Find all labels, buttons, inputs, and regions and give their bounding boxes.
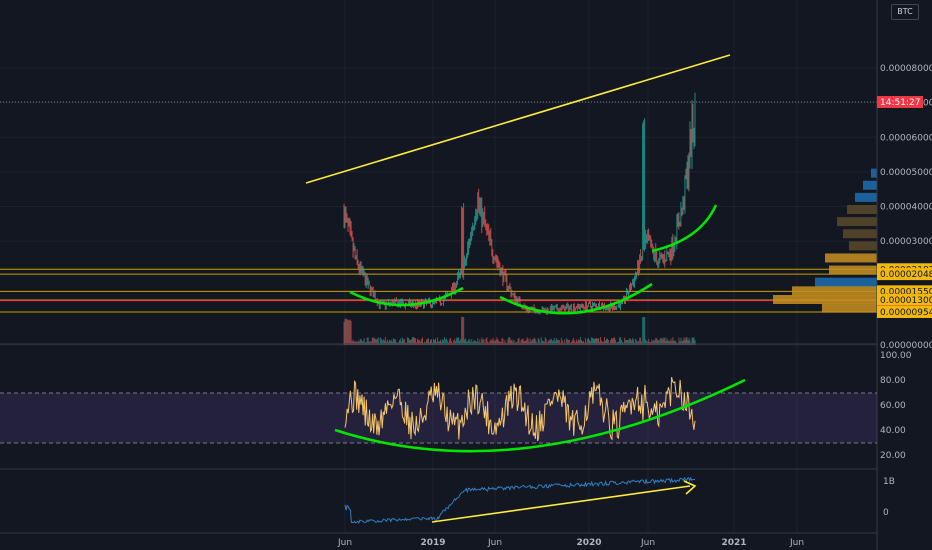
volume-bar: [350, 320, 352, 345]
time-tick-label: Jun: [487, 538, 502, 548]
profile-row: [837, 217, 877, 227]
rsi-band: [0, 393, 877, 443]
volume-bar: [348, 319, 350, 345]
volume-bar: [461, 317, 463, 345]
time-tick-label: Jun: [789, 538, 804, 548]
volume-bar: [642, 317, 644, 345]
price-tick-label: 0.00004000: [880, 203, 932, 213]
volume-bar: [570, 341, 572, 345]
rsi-tick-label: 100.00: [880, 351, 912, 361]
profile-row: [871, 168, 877, 178]
obv-arrow-head: [683, 480, 697, 495]
volume-bar: [354, 341, 356, 345]
rsi-tick-label: 40.00: [880, 426, 906, 436]
price-tag-label: 0.00001300: [880, 296, 932, 306]
rsi-axis[interactable]: 100.00 80.00 60.00 40.00 20.00: [880, 351, 912, 461]
price-tick-label: 0.00005000: [880, 168, 932, 178]
time-tick-label: 2020: [576, 538, 601, 548]
profile-row: [792, 286, 877, 296]
volume-bar: [476, 341, 478, 345]
price-tag-label: 0.00000954: [880, 308, 932, 318]
volume-bar: [528, 341, 530, 345]
price-candles: [343, 92, 696, 315]
curve-arc-1[interactable]: [349, 286, 464, 307]
price-tick-label: 0.00006000: [880, 133, 932, 143]
volume-bar: [512, 341, 514, 345]
volume-bar: [515, 341, 517, 345]
trading-chart[interactable]: 0.000080000.000070000.000060000.00005000…: [0, 0, 932, 550]
volume-bar: [424, 341, 425, 345]
time-tick-label: Jun: [640, 538, 655, 548]
volume-bar: [637, 341, 639, 345]
volume-bar: [344, 318, 346, 345]
volume-bar: [543, 341, 545, 345]
volume-bar: [599, 341, 600, 345]
price-tick-label: 0.00003000: [880, 237, 932, 247]
volume-bar: [436, 341, 438, 345]
price-tick-label: 0.00000000: [880, 341, 932, 351]
profile-row: [855, 192, 877, 202]
volume-bar: [387, 341, 389, 345]
volume-bar: [644, 317, 646, 345]
profile-row: [815, 277, 877, 287]
volume-bar: [385, 341, 387, 345]
rsi-tick-label: 20.00: [880, 451, 906, 461]
time-tick-label: Jun: [337, 538, 352, 548]
volume-bar: [643, 317, 645, 345]
volume-bar: [343, 321, 345, 345]
volume-bar: [346, 318, 348, 345]
profile-row: [849, 241, 877, 251]
curve-arc-3[interactable]: [651, 204, 718, 253]
profile-row: [843, 229, 877, 239]
price-tick-label: 0.00008000: [880, 64, 932, 74]
profile-row: [825, 253, 877, 263]
obv-trend-arrow[interactable]: [431, 485, 691, 523]
profile-row: [822, 303, 877, 313]
currency-label[interactable]: BTC: [891, 4, 919, 20]
volume-bar: [462, 317, 464, 345]
volume-bar: [349, 319, 351, 345]
volume-bar: [641, 341, 643, 345]
time-tick-label: 2021: [721, 538, 746, 548]
volume-bars: [343, 317, 696, 345]
profile-row: [863, 180, 877, 190]
volume-bar: [347, 320, 349, 345]
profile-row: [847, 204, 877, 214]
volume-bar: [487, 341, 489, 345]
rsi-tick-label: 80.00: [880, 376, 906, 386]
profile-row: [773, 294, 877, 304]
obv-tick-label: 1B: [883, 477, 895, 487]
volume-bar: [617, 341, 619, 345]
time-axis[interactable]: Jun 2019 Jun 2020 Jun 2021 Jun: [337, 538, 804, 548]
volume-bar: [618, 341, 620, 345]
price-tag-label: 14:51:27: [880, 98, 920, 108]
obv-line: [344, 476, 695, 525]
volume-bar: [345, 319, 347, 345]
obv-tick-label: 0: [883, 508, 889, 518]
upper-trendline[interactable]: [305, 54, 731, 184]
profile-row: [829, 265, 877, 275]
grid-lines: [0, 0, 877, 533]
rsi-tick-label: 60.00: [880, 401, 906, 411]
volume-bar: [679, 341, 681, 345]
price-tag-label: 0.00002048: [880, 270, 932, 280]
volume-bar: [463, 317, 465, 345]
obv-axis[interactable]: 1B 0: [883, 477, 895, 518]
time-tick-label: 2019: [420, 538, 445, 548]
